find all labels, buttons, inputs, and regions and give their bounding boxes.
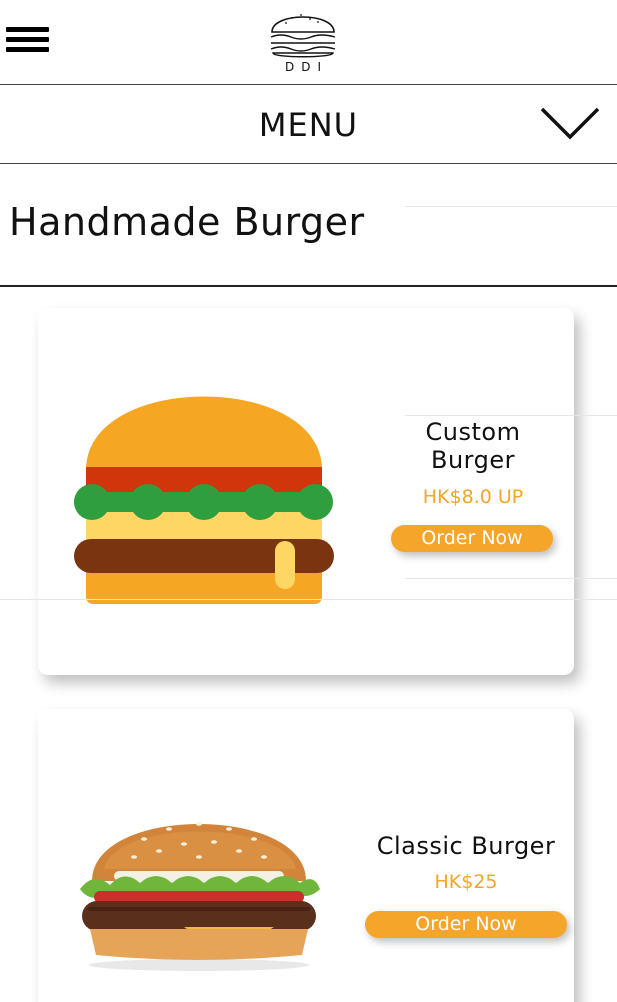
burger-photo [74,809,324,978]
divider [405,206,617,207]
menu-bar[interactable]: MENU [0,86,617,164]
product-card-classic-burger[interactable]: Classic Burger HK$25 Order Now [38,709,574,1002]
section-title: Handmade Burger [9,200,365,244]
product-name: Custom Burger [388,418,558,474]
product-price: HK$25 [434,871,498,893]
burger-logo-icon [270,14,336,58]
hamburger-menu-icon[interactable] [6,27,50,53]
logo-text: DDI [284,60,329,74]
product-price: HK$8.0 UP [422,486,524,508]
product-name-line: Burger [431,446,515,474]
divider [405,578,617,579]
divider [405,415,617,416]
order-now-button[interactable]: Order Now [391,525,553,552]
chevron-down-icon[interactable] [540,106,600,142]
menu-title: MENU [258,106,359,144]
section-divider [0,285,617,287]
page: DDI MENU Handmade Burger Custom Burger H… [0,0,617,1002]
divider [0,599,617,600]
product-name-line: Custom [425,418,521,446]
burger-illustration [72,384,334,610]
product-card-custom-burger[interactable]: Custom Burger HK$8.0 UP Order Now [38,308,574,675]
top-bar: DDI [0,0,617,85]
order-now-button[interactable]: Order Now [365,911,567,938]
brand-logo[interactable]: DDI [268,4,338,76]
product-name: Classic Burger [376,832,556,860]
